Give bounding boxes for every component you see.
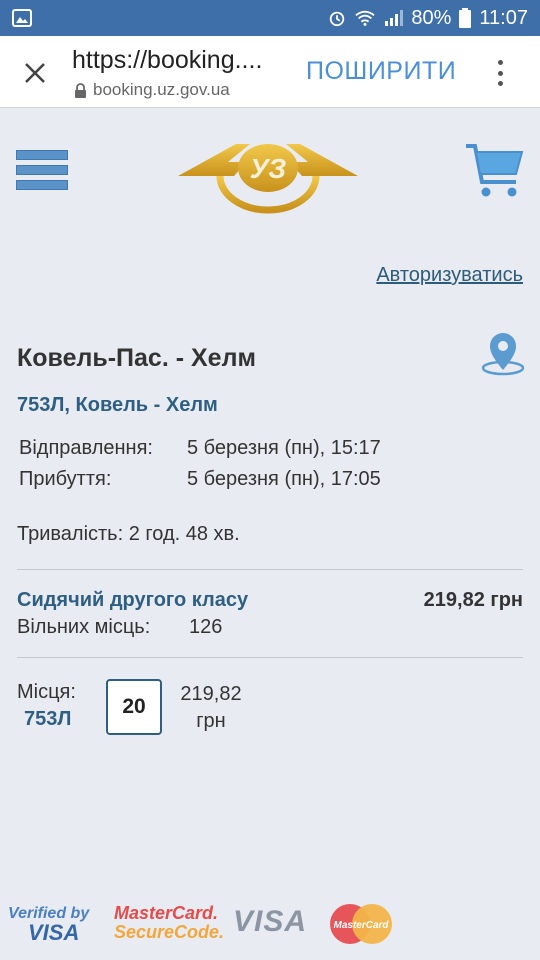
battery-percent: 80% xyxy=(411,6,452,29)
map-pin-icon[interactable] xyxy=(481,330,525,376)
wagon-class-price: 219,82 грн xyxy=(423,589,523,611)
status-bar: 80% 11:07 xyxy=(0,0,540,36)
places-label: Місця: xyxy=(17,681,76,703)
close-icon xyxy=(25,63,45,83)
browser-toolbar: https://booking.... booking.uz.gov.ua ПО… xyxy=(0,36,540,108)
trip-duration: Тривалість: 2 год. 48 хв. xyxy=(17,523,240,545)
departure-label: Відправлення: xyxy=(19,437,153,459)
lock-icon xyxy=(75,82,86,98)
logo-text: УЗ xyxy=(250,153,287,184)
seat-price-amount: 219,82 xyxy=(180,683,242,705)
url-title[interactable]: https://booking.... xyxy=(72,46,262,75)
menu-line-icon xyxy=(16,180,68,190)
wifi-icon xyxy=(355,10,376,26)
free-seats-value: 126 xyxy=(189,616,223,638)
menu-line-icon xyxy=(16,165,68,175)
route-title: Ковель-Пас. - Хелм xyxy=(17,344,256,372)
battery-icon xyxy=(459,8,472,28)
login-link[interactable]: Авторизуватись xyxy=(376,264,523,287)
gallery-notification-icon xyxy=(12,9,32,27)
mcsc-line1: MasterCard. xyxy=(114,903,219,923)
uz-logo-icon[interactable]: УЗ xyxy=(176,136,360,216)
visa-logo: VISA xyxy=(233,905,308,938)
verified-by-visa-logo: Verified by VISA xyxy=(8,905,94,945)
mastercard-securecode-logo: MasterCard. SecureCode. xyxy=(114,903,224,943)
mastercard-logo: MasterCard xyxy=(330,904,392,944)
close-tab-button[interactable] xyxy=(20,58,50,88)
url-domain: booking.uz.gov.ua xyxy=(93,80,230,99)
overflow-menu-button[interactable] xyxy=(490,56,510,90)
seat-price: 219,82 грн xyxy=(176,681,246,735)
departure-row: Відправлення: 5 березня (пн), 15:17 xyxy=(19,437,381,460)
departure-value: 5 березня (пн), 15:17 xyxy=(187,437,381,459)
seat-price-currency: грн xyxy=(196,710,226,732)
arrival-label: Прибуття: xyxy=(19,468,112,490)
places-train-number: 753Л xyxy=(24,708,72,730)
clock: 11:07 xyxy=(479,6,528,29)
divider xyxy=(17,569,523,570)
alarm-icon xyxy=(330,11,345,27)
wagon-class-name[interactable]: Сидячий другого класу xyxy=(17,589,248,612)
free-seats-label: Вільних місць: xyxy=(17,616,151,638)
share-button[interactable]: ПОШИРИТИ xyxy=(306,57,456,86)
arrival-value: 5 березня (пн), 17:05 xyxy=(187,468,381,490)
train-name[interactable]: 753Л, Ковель - Хелм xyxy=(17,394,218,417)
cart-icon[interactable] xyxy=(464,142,524,200)
seat-number-button[interactable]: 20 xyxy=(106,679,162,735)
dot-icon xyxy=(497,60,503,65)
hamburger-menu-button[interactable] xyxy=(16,150,68,190)
menu-line-icon xyxy=(16,150,68,160)
vbv-line2: VISA xyxy=(28,920,80,945)
signal-icon xyxy=(385,10,404,26)
url-domain-row: booking.uz.gov.ua xyxy=(74,80,230,100)
arrival-row: Прибуття: 5 березня (пн), 17:05 xyxy=(19,468,381,491)
mastercard-logo-text: MasterCard xyxy=(333,920,389,931)
dot-icon xyxy=(497,70,503,76)
dot-icon xyxy=(497,81,503,86)
mcsc-line2: SecureCode. xyxy=(114,922,225,942)
free-seats-row: Вільних місць: 126 xyxy=(17,616,222,639)
divider xyxy=(17,657,523,658)
